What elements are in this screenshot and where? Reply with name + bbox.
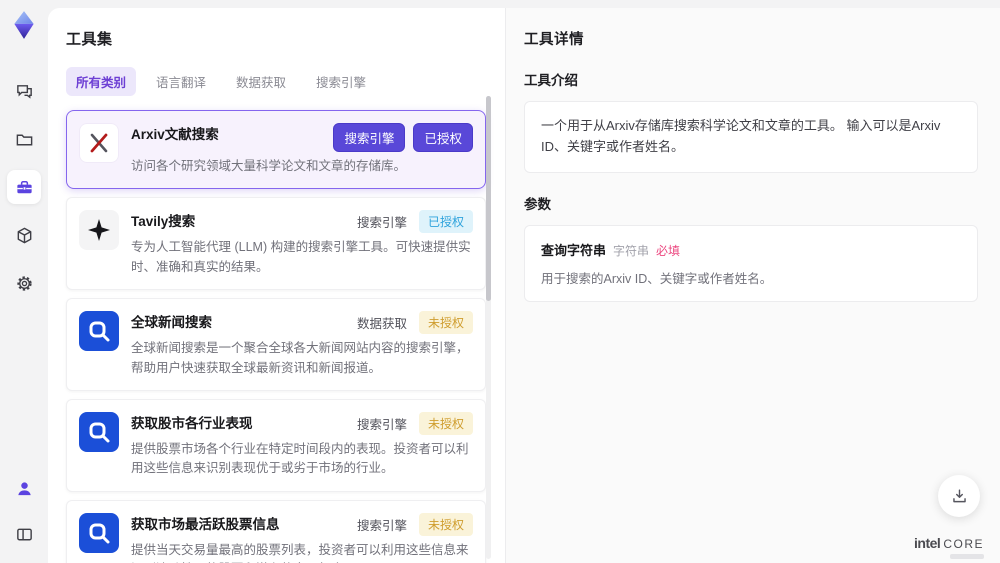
app-logo-icon: [9, 10, 39, 40]
tool-category: 搜索引擎: [356, 417, 407, 432]
tool-description: 提供股票市场各个行业在特定时间段内的表现。投资者可以利用这些信息来识别表现优于或…: [131, 441, 469, 476]
tab-language-translation[interactable]: 语言翻译: [146, 67, 216, 96]
tool-name: Arxiv文献搜索: [131, 127, 219, 142]
tool-name: 获取市场最活跃股票信息: [131, 516, 280, 532]
toolbox-icon-active[interactable]: [7, 170, 41, 204]
app-window: 工具集 所有类别 语言翻译 数据获取 搜索引擎 Arxiv文献搜索 搜索引擎 已…: [0, 0, 1000, 563]
tool-name: 获取股市各行业表现: [131, 415, 253, 431]
tool-card-active-stocks[interactable]: 获取市场最活跃股票信息 搜索引擎 未授权 提供当天交易量最高的股票列表，投资者可…: [66, 499, 486, 563]
cube-icon[interactable]: [7, 218, 41, 252]
sidebar-bottom: [7, 471, 41, 551]
tab-data-fetch[interactable]: 数据获取: [226, 67, 296, 96]
sidebar-nav: [7, 74, 41, 300]
parameter-card: 查询字符串 字符串 必填 用于搜索的Arxiv ID、关键字或作者姓名。: [524, 224, 978, 302]
list-scrollbar[interactable]: [486, 96, 491, 559]
intel-core-logo: intel core: [914, 535, 984, 551]
tool-card-sector-performance[interactable]: 获取股市各行业表现 搜索引擎 未授权 提供股票市场各个行业在特定时间段内的表现。…: [66, 398, 486, 492]
category-tabs: 所有类别 语言翻译 数据获取 搜索引擎: [66, 67, 505, 96]
status-badge-unauthorized: 未授权: [418, 311, 473, 335]
core-wordmark: core: [943, 537, 984, 551]
status-badge-unauthorized: 未授权: [418, 411, 473, 435]
tool-detail-pane: 工具详情 工具介绍 一个用于从Arxiv存储库搜索科学论文和文章的工具。 输入可…: [505, 8, 1000, 563]
intel-logo-subtag: [950, 554, 984, 559]
param-description: 用于搜索的Arxiv ID、关键字或作者姓名。: [541, 271, 773, 286]
gear-icon[interactable]: [7, 266, 41, 300]
tool-description: 全球新闻搜索是一个聚合全球各大新闻网站内容的搜索引擎，帮助用户快速获取全球最新资…: [131, 341, 469, 375]
blue-search-icon: [79, 311, 119, 352]
tool-intro-text: 一个用于从Arxiv存储库搜索科学论文和文章的工具。 输入可以是Arxiv ID…: [524, 101, 978, 173]
params-section-label: 参数: [524, 196, 551, 212]
arxiv-icon: [79, 123, 119, 163]
tool-category: 搜索引擎: [356, 518, 407, 533]
status-badge-authorized: 已授权: [418, 210, 473, 234]
chat-icon[interactable]: [7, 74, 41, 108]
tavily-sparkle-icon: [79, 210, 119, 251]
main-content: 工具集 所有类别 语言翻译 数据获取 搜索引擎 Arxiv文献搜索 搜索引擎 已…: [48, 8, 1000, 563]
blue-search-icon: [79, 512, 119, 553]
param-required-flag: 必填: [656, 243, 681, 258]
tool-description: 专为人工智能代理 (LLM) 构建的搜索引擎工具。可快速提供实时、准确和真实的结…: [131, 240, 471, 274]
download-button[interactable]: [938, 475, 980, 517]
tool-description: 访问各个研究领域大量科学论文和文章的存储库。: [131, 159, 407, 173]
sidebar: [0, 0, 48, 563]
tool-category: 数据获取: [356, 317, 407, 332]
page-title: 工具集: [66, 31, 113, 48]
param-name: 查询字符串: [541, 242, 607, 258]
tool-list: Arxiv文献搜索 搜索引擎 已授权 访问各个研究领域大量科学论文和文章的存储库…: [66, 110, 486, 563]
intro-section-label: 工具介绍: [524, 73, 578, 88]
tab-all-categories[interactable]: 所有类别: [66, 67, 137, 96]
tool-name: 全球新闻搜索: [131, 315, 212, 331]
tab-search-engine[interactable]: 搜索引擎: [306, 67, 376, 96]
tool-name: Tavily搜索: [131, 214, 196, 230]
intel-wordmark: intel: [914, 535, 941, 551]
folder-icon[interactable]: [7, 122, 41, 156]
tool-card-arxiv[interactable]: Arxiv文献搜索 搜索引擎 已授权 访问各个研究领域大量科学论文和文章的存储库…: [66, 110, 486, 190]
tool-category: 搜索引擎: [356, 216, 407, 231]
detail-title: 工具详情: [524, 32, 584, 48]
user-avatar-icon[interactable]: [7, 471, 41, 505]
param-type: 字符串: [613, 243, 650, 258]
blue-search-icon: [79, 411, 119, 452]
scrollbar-thumb[interactable]: [486, 96, 491, 301]
tool-card-global-news[interactable]: 全球新闻搜索 数据获取 未授权 全球新闻搜索是一个聚合全球各大新闻网站内容的搜索…: [66, 298, 486, 391]
tool-card-tavily[interactable]: Tavily搜索 搜索引擎 已授权 专为人工智能代理 (LLM) 构建的搜索引擎…: [66, 197, 486, 291]
status-badge-unauthorized: 未授权: [418, 512, 473, 536]
authorized-button[interactable]: 已授权: [413, 123, 473, 152]
category-button[interactable]: 搜索引擎: [333, 123, 406, 152]
tool-description: 提供当天交易量最高的股票列表，投资者可以利用这些信息来识别流动性强的股票和潜在的…: [131, 542, 469, 563]
tool-list-pane: 工具集 所有类别 语言翻译 数据获取 搜索引擎 Arxiv文献搜索 搜索引擎 已…: [48, 8, 505, 563]
panel-toggle-icon[interactable]: [7, 517, 41, 551]
